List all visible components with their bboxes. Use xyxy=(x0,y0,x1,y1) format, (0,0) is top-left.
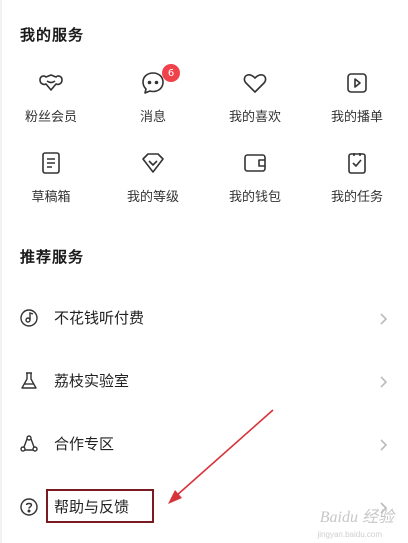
fan-membership-icon xyxy=(34,66,68,100)
cooperation-icon xyxy=(19,434,39,454)
list-item-free-listening[interactable]: 不花钱听付费 xyxy=(0,286,408,349)
chevron-right-icon xyxy=(378,311,388,325)
service-playlist[interactable]: 我的播单 xyxy=(306,64,408,144)
list-item-label: 合作专区 xyxy=(54,435,115,453)
wallet-icon xyxy=(238,146,272,180)
flask-icon xyxy=(19,371,39,391)
service-label: 消息 xyxy=(139,110,166,125)
task-icon xyxy=(340,146,374,180)
chevron-right-icon xyxy=(378,374,388,388)
service-label: 粉丝会员 xyxy=(24,110,77,125)
draft-icon xyxy=(34,146,68,180)
service-message[interactable]: 6 消息 xyxy=(102,64,204,144)
watermark-logo: Baidu 经验 xyxy=(319,509,394,526)
list-item-label: 不花钱听付费 xyxy=(54,309,145,327)
service-fan-membership[interactable]: 粉丝会员 xyxy=(0,64,102,144)
message-badge: 6 xyxy=(162,64,180,82)
service-label: 我的喜欢 xyxy=(228,110,281,125)
service-favorites[interactable]: 我的喜欢 xyxy=(204,64,306,144)
service-level[interactable]: 我的等级 xyxy=(102,144,204,224)
list-item-lab[interactable]: 荔枝实验室 xyxy=(0,349,408,412)
chevron-right-icon xyxy=(378,437,388,451)
service-label: 草稿箱 xyxy=(31,190,71,205)
service-drafts[interactable]: 草稿箱 xyxy=(0,144,102,224)
watermark-url: jingyan.baidu.com xyxy=(317,530,382,539)
service-label: 我的钱包 xyxy=(228,190,281,205)
service-wallet[interactable]: 我的钱包 xyxy=(204,144,306,224)
help-icon xyxy=(19,497,39,517)
level-icon xyxy=(136,146,170,180)
list-item-cooperation[interactable]: 合作专区 xyxy=(0,412,408,475)
list-item-label: 荔枝实验室 xyxy=(54,372,130,390)
service-label: 我的等级 xyxy=(126,190,179,205)
service-tasks[interactable]: 我的任务 xyxy=(306,144,408,224)
music-disc-icon xyxy=(19,308,39,328)
playlist-icon xyxy=(340,66,374,100)
services-grid: 粉丝会员 6 消息 我的喜欢 我的播单 草稿箱 我的等级 我的钱包 我的任务 xyxy=(0,64,408,224)
highlight-box xyxy=(46,489,154,523)
heart-icon xyxy=(238,66,272,100)
service-label: 我的播单 xyxy=(330,110,383,125)
service-label: 我的任务 xyxy=(330,190,383,205)
my-services-title: 我的服务 xyxy=(20,26,85,44)
recommended-services-title: 推荐服务 xyxy=(20,248,85,266)
